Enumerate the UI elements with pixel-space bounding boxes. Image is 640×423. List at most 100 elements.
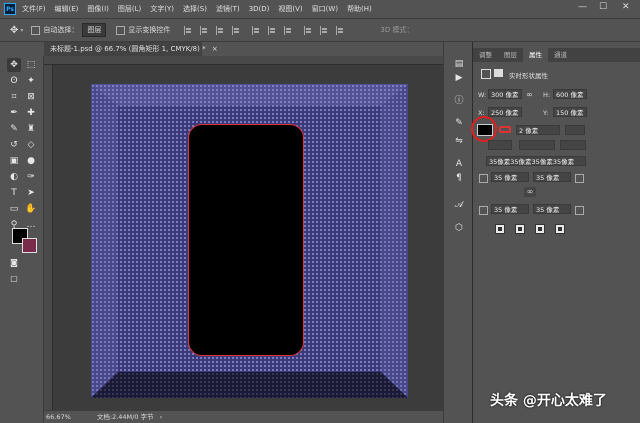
link-corners-icon[interactable]: ∞	[524, 187, 536, 197]
lasso-icon[interactable]: ʘ	[7, 74, 21, 88]
align-right-icon[interactable]	[216, 25, 226, 35]
align-bottom-icon[interactable]	[268, 25, 278, 35]
history-brush-icon[interactable]: ↺	[7, 138, 21, 152]
menu-select[interactable]: 选择(S)	[183, 4, 207, 14]
pen-icon[interactable]: ✑	[24, 170, 38, 184]
info-icon[interactable]: ⓘ	[453, 95, 465, 107]
combine-shapes-button[interactable]	[495, 224, 505, 234]
exclude-shapes-button[interactable]	[555, 224, 565, 234]
mask-properties-icon	[494, 69, 503, 77]
adjustments-icon[interactable]: ⇋	[453, 135, 465, 147]
3d-cube-icon[interactable]: ⬡	[453, 222, 465, 234]
type-icon[interactable]: T	[7, 186, 21, 200]
path-select-icon[interactable]: ➤	[24, 186, 38, 200]
menu-file[interactable]: 文件(F)	[22, 4, 46, 14]
healing-icon[interactable]: ✚	[24, 106, 38, 120]
stroke-type-dropdown[interactable]	[565, 125, 585, 135]
eraser-icon[interactable]: ◇	[24, 138, 38, 152]
actions-play-icon[interactable]: ▶	[453, 72, 465, 84]
auto-select-dropdown[interactable]: 图层	[82, 23, 107, 37]
menu-view[interactable]: 视图(V)	[278, 4, 302, 14]
history-panel-icon[interactable]: ▤	[453, 58, 465, 70]
maximize-button[interactable]: ☐	[599, 2, 607, 12]
move-icon[interactable]: ✥	[7, 58, 21, 72]
align-top-icon[interactable]	[232, 25, 242, 35]
character-icon[interactable]: A	[453, 158, 465, 170]
corner-tr-checkbox[interactable]	[575, 174, 584, 183]
close-tab-icon[interactable]: ×	[212, 45, 218, 53]
corner-tr-field[interactable]: 35 像素	[533, 172, 571, 182]
brush-icon[interactable]: ✎	[7, 122, 21, 136]
corner-tl-checkbox[interactable]	[479, 174, 488, 183]
hand-icon[interactable]: ✋	[24, 202, 38, 216]
blur-icon[interactable]: ●	[24, 154, 38, 168]
menu-window[interactable]: 窗口(W)	[312, 4, 338, 14]
rectangle-icon[interactable]: ▭	[7, 202, 21, 216]
background-color-swatch[interactable]	[22, 238, 37, 253]
glyphs-icon[interactable]: 𝒜	[453, 199, 465, 211]
intersect-shapes-button[interactable]	[535, 224, 545, 234]
move-tool-icon[interactable]: ✥	[10, 25, 18, 36]
corner-tl-field[interactable]: 35 像素	[491, 172, 529, 182]
tab-channels[interactable]: 通道	[548, 48, 573, 62]
menu-image[interactable]: 图像(I)	[87, 4, 109, 14]
corner-br-checkbox[interactable]	[575, 206, 584, 215]
close-button[interactable]: ✕	[622, 2, 630, 12]
distribute-icon[interactable]	[284, 25, 294, 35]
gradient-icon[interactable]: ▣	[7, 154, 21, 168]
menu-help[interactable]: 帮助(H)	[347, 4, 372, 14]
stroke-width-field[interactable]: 2 像素	[516, 125, 560, 135]
show-transform-checkbox[interactable]	[116, 25, 126, 35]
align-middle-icon[interactable]	[252, 25, 262, 35]
paragraph-icon[interactable]: ¶	[453, 172, 465, 184]
auto-select-checkbox[interactable]	[31, 25, 41, 35]
panel-header: 实时形状属性	[509, 72, 548, 80]
h-label: H:	[543, 91, 551, 99]
menu-filter[interactable]: 滤镜(T)	[216, 4, 240, 14]
chevron-down-icon[interactable]: ▾	[20, 27, 23, 34]
stroke-cap-dropdown[interactable]	[519, 140, 555, 150]
width-field[interactable]: 300 像素	[488, 89, 522, 99]
stamp-icon[interactable]: ♜	[24, 122, 38, 136]
dodge-icon[interactable]: ◐	[7, 170, 21, 184]
x-field[interactable]: 250 像素	[488, 107, 522, 117]
menu-edit[interactable]: 编辑(E)	[55, 4, 79, 14]
align-center-icon[interactable]	[200, 25, 210, 35]
rounded-rectangle-shape[interactable]	[188, 124, 304, 356]
link-icon[interactable]: ∞	[526, 90, 533, 99]
menu-layer[interactable]: 图层(L)	[118, 4, 141, 14]
3d-mode-label: 3D 模式：	[380, 26, 414, 34]
corner-radius-all-field[interactable]: 35像素35像素35像素35像素	[486, 156, 586, 166]
crop-icon[interactable]: ⌗	[7, 90, 21, 104]
minimize-button[interactable]: —	[578, 2, 587, 12]
menu-type[interactable]: 文字(Y)	[150, 4, 174, 14]
menu-3d[interactable]: 3D(D)	[249, 5, 270, 13]
distribute-h-icon[interactable]	[304, 25, 314, 35]
fill-color-swatch[interactable]	[477, 124, 493, 136]
zoom-level[interactable]: 66.67%	[46, 413, 71, 421]
quick-mask-icon[interactable]: ◙	[7, 256, 21, 270]
stroke-corner-dropdown[interactable]	[560, 140, 586, 150]
distribute-space-icon[interactable]	[336, 25, 346, 35]
marquee-icon[interactable]: ⬚	[24, 58, 38, 72]
stroke-color-swatch[interactable]	[499, 126, 511, 133]
document-tab[interactable]: 未标题-1.psd @ 66.7% (圆角矩形 1, CMYK/8) * ×	[44, 42, 218, 56]
tab-layers[interactable]: 图层	[498, 48, 523, 62]
frame-icon[interactable]: ⊠	[24, 90, 38, 104]
screen-mode-icon[interactable]: ▢	[7, 272, 21, 286]
align-left-icon[interactable]	[184, 25, 194, 35]
magic-wand-icon[interactable]: ✦	[24, 74, 38, 88]
distribute-v-icon[interactable]	[320, 25, 330, 35]
corner-bl-checkbox[interactable]	[479, 206, 488, 215]
tab-properties[interactable]: 属性	[523, 48, 548, 62]
corner-bl-field[interactable]: 35 像素	[491, 204, 529, 214]
height-field[interactable]: 600 像素	[553, 89, 587, 99]
status-arrow-icon[interactable]: ›	[160, 413, 163, 421]
eyedropper-icon[interactable]: ✒	[7, 106, 21, 120]
stroke-align-dropdown[interactable]	[488, 140, 512, 150]
tab-adjustments[interactable]: 调整	[473, 48, 498, 62]
corner-br-field[interactable]: 35 像素	[533, 204, 571, 214]
y-field[interactable]: 150 像素	[553, 107, 587, 117]
brush-settings-icon[interactable]: ✎	[453, 117, 465, 129]
subtract-shapes-button[interactable]	[515, 224, 525, 234]
